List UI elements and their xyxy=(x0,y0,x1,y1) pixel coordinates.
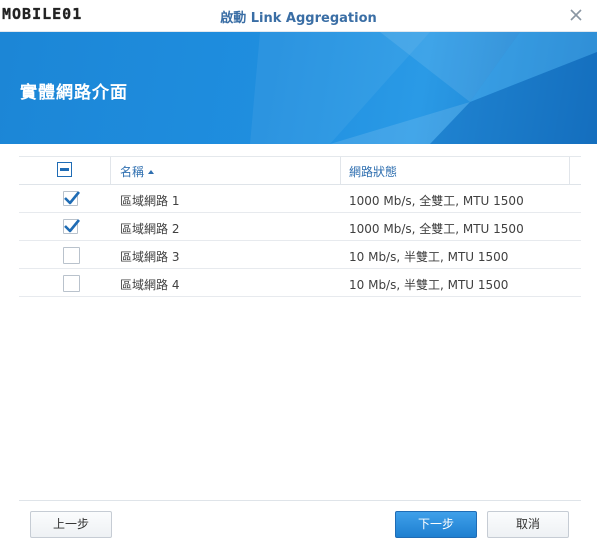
close-icon[interactable] xyxy=(569,7,583,21)
table-header: 名稱 網路狀態 xyxy=(19,156,581,185)
checkmark-icon xyxy=(64,191,81,205)
row-checkbox[interactable] xyxy=(63,275,80,292)
banner-title: 實體網路介面 xyxy=(20,83,128,103)
row-status: 10 Mb/s, 半雙工, MTU 1500 xyxy=(349,250,509,264)
column-header-name[interactable]: 名稱 xyxy=(120,163,155,180)
table-row[interactable]: 區域網路 4 10 Mb/s, 半雙工, MTU 1500 xyxy=(19,269,581,297)
previous-button[interactable]: 上一步 xyxy=(30,511,112,538)
column-header-status[interactable]: 網路狀態 xyxy=(349,163,397,180)
table-row[interactable]: 區域網路 2 1000 Mb/s, 全雙工, MTU 1500 xyxy=(19,213,581,241)
partial-check-icon xyxy=(60,168,69,171)
row-name: 區域網路 2 xyxy=(120,222,180,236)
row-checkbox[interactable] xyxy=(63,247,80,264)
row-status: 1000 Mb/s, 全雙工, MTU 1500 xyxy=(349,222,524,236)
row-name: 區域網路 3 xyxy=(120,250,180,264)
row-name: 區域網路 4 xyxy=(120,278,180,292)
sort-ascending-icon xyxy=(148,170,155,174)
column-header-status-label: 網路狀態 xyxy=(349,165,398,179)
column-separator xyxy=(110,157,111,184)
column-header-name-label: 名稱 xyxy=(120,165,145,179)
window-title: 啟動 Link Aggregation xyxy=(220,11,377,26)
row-status: 1000 Mb/s, 全雙工, MTU 1500 xyxy=(349,194,524,208)
cancel-button[interactable]: 取消 xyxy=(487,511,569,538)
next-button[interactable]: 下一步 xyxy=(395,511,477,538)
column-separator xyxy=(340,157,341,184)
select-all-checkbox[interactable] xyxy=(57,162,72,177)
interface-table: 名稱 網路狀態 區域網路 1 1000 Mb/s, 全雙工, MTU 1500 … xyxy=(19,156,581,297)
checkmark-icon xyxy=(64,219,81,233)
column-separator xyxy=(569,157,570,184)
table-row[interactable]: 區域網路 3 10 Mb/s, 半雙工, MTU 1500 xyxy=(19,241,581,269)
row-name: 區域網路 1 xyxy=(120,194,180,208)
row-checkbox[interactable] xyxy=(63,191,81,206)
table-row[interactable]: 區域網路 1 1000 Mb/s, 全雙工, MTU 1500 xyxy=(19,185,581,213)
header-banner: 實體網路介面 xyxy=(0,32,597,144)
row-checkbox[interactable] xyxy=(63,219,81,234)
footer-divider xyxy=(19,500,581,501)
row-status: 10 Mb/s, 半雙工, MTU 1500 xyxy=(349,278,509,292)
title-bar: MOBILE01 啟動 Link Aggregation xyxy=(0,0,597,32)
